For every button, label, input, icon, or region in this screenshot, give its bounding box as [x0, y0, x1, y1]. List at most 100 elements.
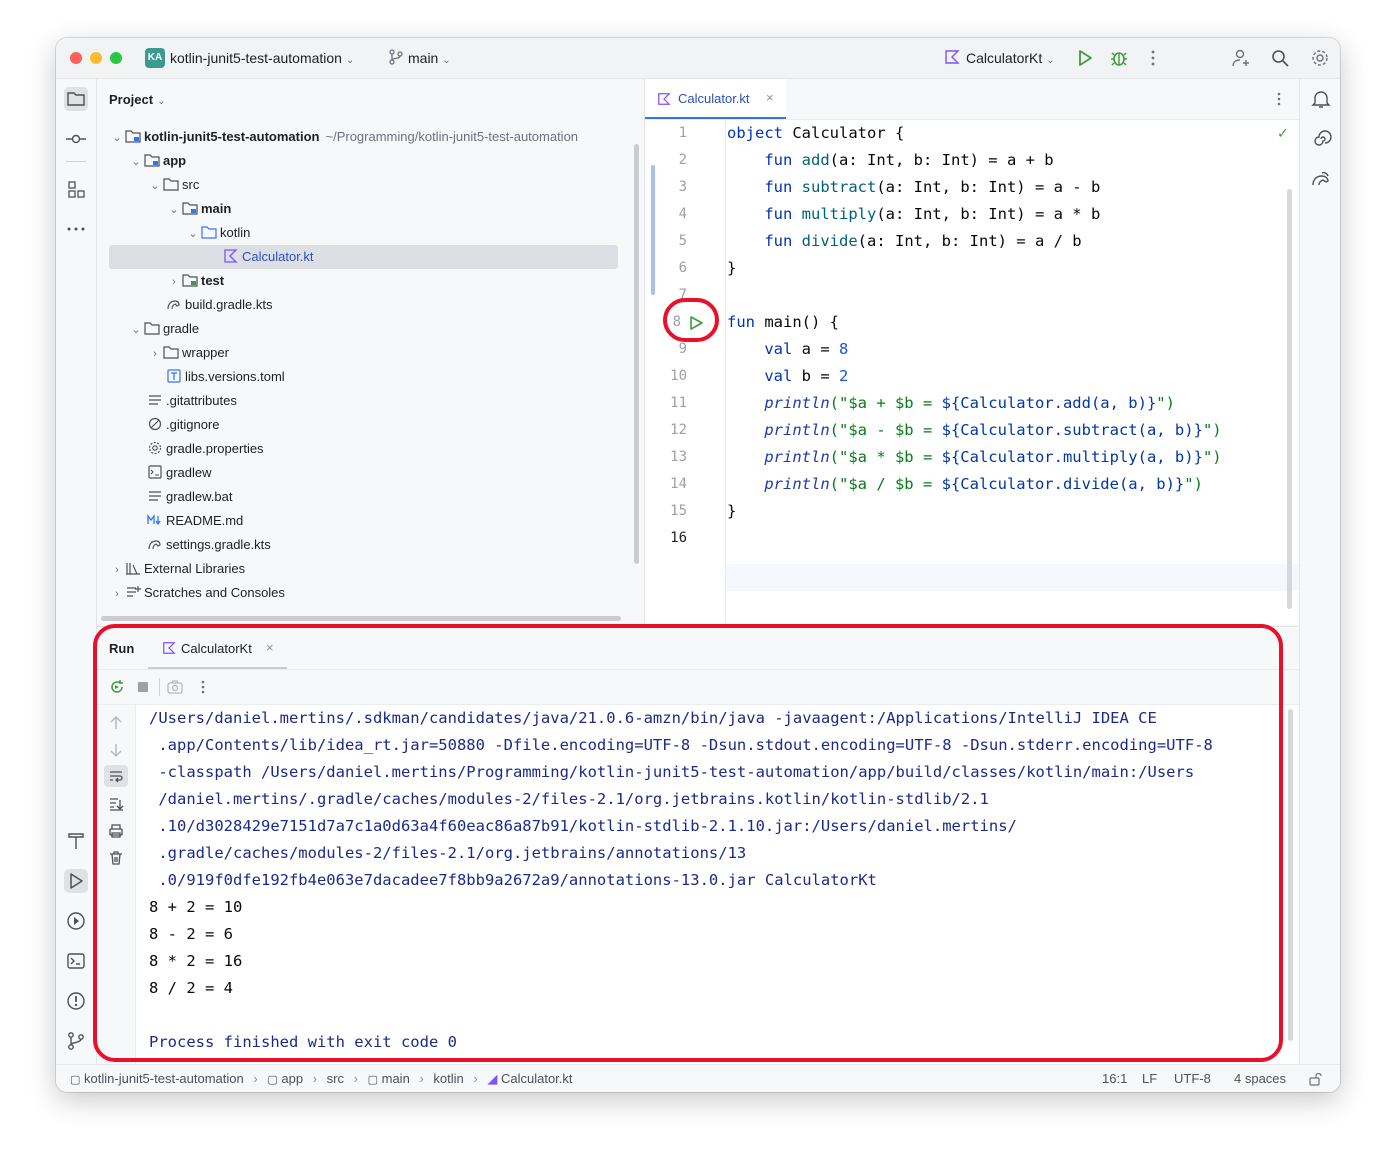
no-problems-check-icon[interactable]: ✓	[1277, 125, 1289, 142]
structure-icon	[68, 181, 85, 198]
function-call: println	[764, 421, 830, 439]
tree-item-path: ~/Programming/kotlin-junit5-test-automat…	[325, 129, 579, 144]
git-tool-button[interactable]	[64, 1029, 88, 1053]
tree-item-calculator-kt[interactable]: Calculator.kt	[109, 245, 618, 269]
code-text: (a: Int, b: Int) = a - b	[876, 178, 1101, 196]
tree-item-gradle[interactable]: ⌄ gradle	[128, 317, 199, 341]
code-text: }	[727, 259, 737, 277]
chevron-down-icon[interactable]: ⌄	[147, 174, 163, 198]
chevron-down-icon[interactable]: ⌄	[166, 198, 182, 222]
line-ending[interactable]: LF	[1142, 1071, 1157, 1086]
chevron-right-icon[interactable]: ›	[147, 342, 163, 366]
breadcrumb-item[interactable]: kotlin	[433, 1071, 463, 1086]
code-text: b =	[792, 367, 839, 385]
more-vertical-icon[interactable]	[1271, 91, 1287, 107]
editor-vertical-scrollbar[interactable]	[1287, 189, 1292, 609]
tree-item-gitattributes[interactable]: .gitattributes	[144, 389, 237, 413]
unlock-icon[interactable]	[1308, 1072, 1322, 1086]
services-tool-button[interactable]	[64, 909, 88, 933]
close-tab-icon[interactable]: ×	[766, 90, 774, 105]
function-name: divide	[801, 232, 858, 250]
code-text: main() {	[755, 313, 839, 331]
chevron-right-icon[interactable]: ›	[109, 582, 125, 606]
tree-item-gradle-properties[interactable]: gradle.properties	[144, 437, 264, 461]
tree-item-wrapper[interactable]: › wrapper	[147, 341, 229, 365]
breadcrumb-item[interactable]: app	[281, 1071, 303, 1086]
keyword: fun	[764, 205, 793, 223]
chevron-down-icon[interactable]: ⌄	[128, 150, 144, 174]
chevron-right-icon[interactable]: ›	[166, 270, 182, 294]
ai-assistant-button[interactable]	[1309, 127, 1333, 151]
add-user-icon[interactable]	[1231, 48, 1251, 68]
tab-calculator-kt[interactable]: Calculator.kt ×	[645, 79, 786, 119]
problems-tool-button[interactable]	[64, 989, 88, 1013]
tree-item-scratches[interactable]: › Scratches and Consoles	[109, 581, 285, 605]
breadcrumb-item[interactable]: Calculator.kt	[501, 1071, 573, 1086]
chevron-down-icon[interactable]: ⌄	[128, 318, 144, 342]
tree-item-app[interactable]: ⌄ app	[128, 149, 186, 173]
tree-item-readme-md[interactable]: README.md	[144, 509, 243, 533]
search-icon[interactable]	[1270, 48, 1290, 68]
run-tool-button[interactable]	[64, 869, 88, 893]
terminal-tool-button[interactable]	[64, 949, 88, 973]
chevron-down-icon[interactable]: ⌄	[109, 126, 125, 150]
status-bar: ▢ kotlin-junit5-test-automation › ▢ app …	[56, 1064, 1340, 1092]
tree-item-src[interactable]: ⌄ src	[147, 173, 199, 197]
project-horizontal-scrollbar[interactable]	[101, 616, 621, 621]
branch-icon	[389, 49, 403, 65]
notifications-button[interactable]	[1309, 87, 1333, 111]
tree-item-gradlew[interactable]: gradlew	[144, 461, 212, 485]
line-number: 16	[670, 530, 687, 546]
console-vertical-scrollbar[interactable]	[1288, 709, 1293, 1041]
tree-item-build-gradle-kts[interactable]: build.gradle.kts	[163, 293, 272, 317]
editor-gutter[interactable]: 1 2 3 4 5 6 7 8 9 10 11 12 13 14 15 16	[645, 120, 726, 625]
tree-item-settings-gradle-kts[interactable]: settings.gradle.kts	[144, 533, 271, 557]
gradle-tool-button[interactable]	[1309, 167, 1333, 191]
tree-item-root[interactable]: ⌄ kotlin-junit5-test-automation ~/Programm…	[109, 125, 578, 149]
breadcrumb-item[interactable]: src	[327, 1071, 344, 1086]
project-selector[interactable]: kotlin-junit5-test-automation ⌄	[170, 50, 354, 66]
tree-item-test[interactable]: › test	[166, 269, 224, 293]
chevron-right-icon[interactable]: ›	[109, 558, 125, 582]
minimize-window-button[interactable]	[90, 52, 102, 64]
kotlin-file-icon	[224, 249, 238, 263]
more-tools-button[interactable]	[64, 217, 88, 241]
gear-icon[interactable]	[1310, 48, 1330, 68]
tree-item-gitignore[interactable]: .gitignore	[144, 413, 219, 437]
tree-item-gradlew-bat[interactable]: gradlew.bat	[144, 485, 233, 509]
debug-icon[interactable]	[1109, 48, 1129, 68]
terminal-icon	[67, 953, 85, 969]
run-panel-highlight	[93, 624, 1283, 1062]
shell-script-icon	[148, 465, 162, 479]
commit-tool-button[interactable]	[64, 127, 88, 151]
breadcrumb: ▢ kotlin-junit5-test-automation › ▢ app …	[70, 1071, 573, 1087]
code-line: fun main() {	[727, 309, 839, 336]
close-window-button[interactable]	[70, 52, 82, 64]
caret-position[interactable]: 16:1	[1102, 1071, 1127, 1086]
branch-selector[interactable]: main ⌄	[408, 50, 451, 66]
structure-tool-button[interactable]	[64, 177, 88, 201]
tree-item-main[interactable]: ⌄ main	[166, 197, 231, 221]
tree-item-libs-versions-toml[interactable]: libs.versions.toml	[163, 365, 285, 389]
zoom-window-button[interactable]	[110, 52, 122, 64]
breadcrumb-item[interactable]: main	[382, 1071, 410, 1086]
more-vertical-icon[interactable]	[1143, 48, 1163, 68]
build-tool-button[interactable]	[64, 829, 88, 853]
string-template: ${Calculator.divide(a, b)}	[941, 475, 1185, 493]
file-encoding[interactable]: UTF-8	[1174, 1071, 1211, 1086]
project-panel-title[interactable]: Project ⌄	[109, 92, 165, 107]
code-line: println("$a * $b = ${Calculator.multiply…	[727, 444, 1221, 471]
indent-setting[interactable]: 4 spaces	[1234, 1071, 1286, 1086]
gradle-file-icon	[148, 540, 161, 550]
chevron-down-icon[interactable]: ⌄	[185, 222, 201, 246]
chevron-down-icon: ⌄	[157, 96, 166, 107]
project-vertical-scrollbar[interactable]	[634, 144, 639, 564]
tree-item-external-libraries[interactable]: › External Libraries	[109, 557, 245, 581]
run-icon[interactable]	[1075, 48, 1095, 68]
run-configuration-selector[interactable]: CalculatorKt ⌄	[966, 50, 1055, 66]
tree-item-kotlin[interactable]: ⌄ kotlin	[185, 221, 250, 245]
breadcrumb-item[interactable]: kotlin-junit5-test-automation	[84, 1071, 244, 1086]
code-text: }	[727, 502, 737, 520]
test-folder-icon	[182, 274, 198, 287]
project-tool-button[interactable]	[64, 87, 88, 111]
